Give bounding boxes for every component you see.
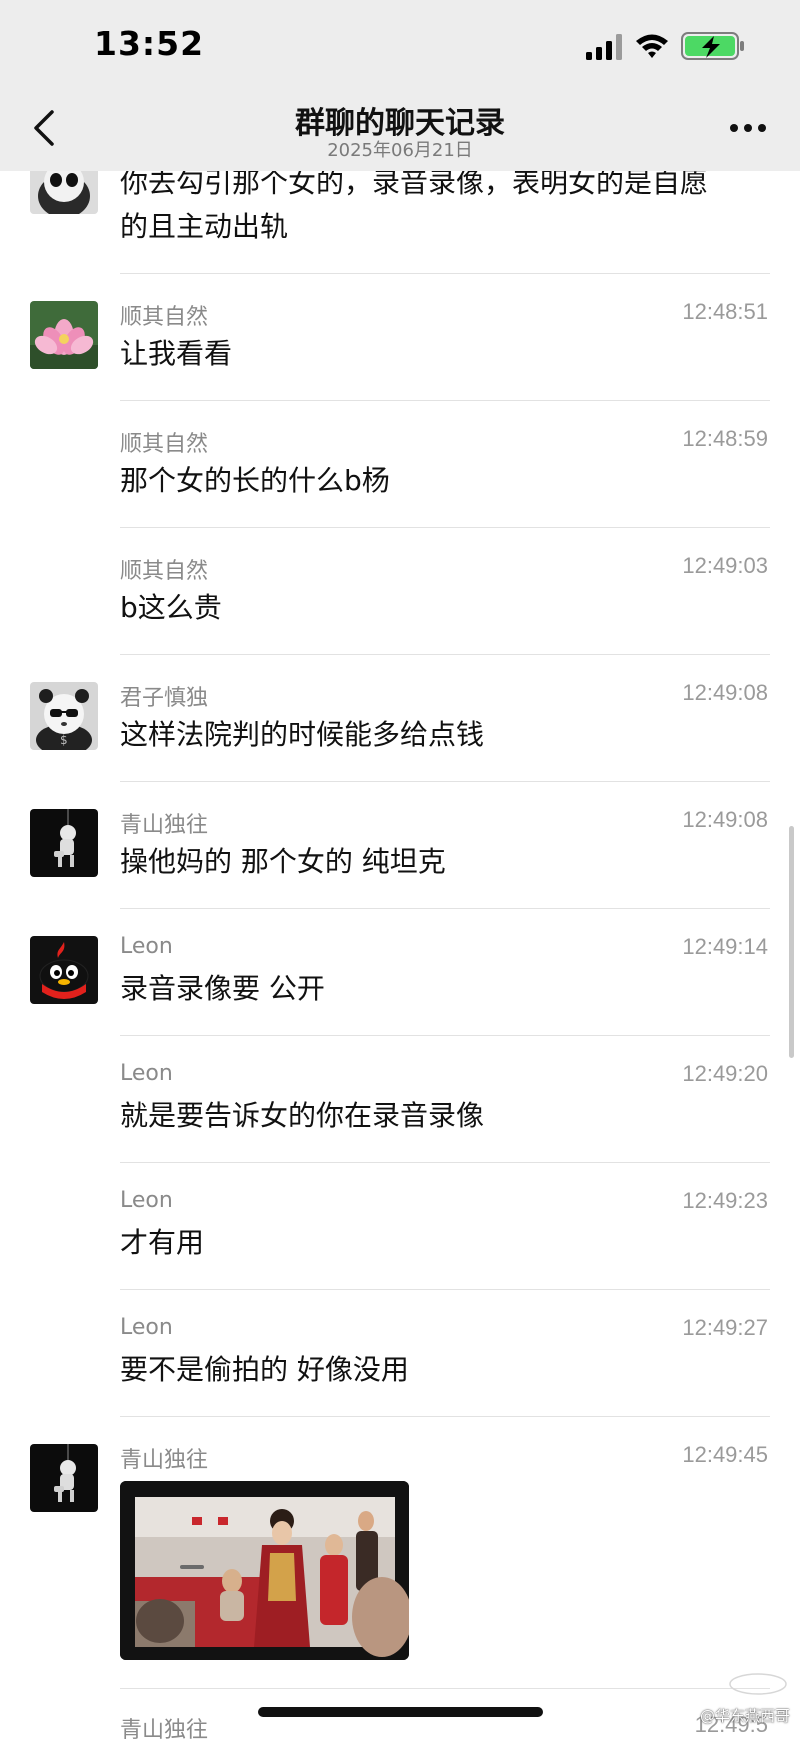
- message-time: 12:48:51: [682, 299, 768, 324]
- home-indicator[interactable]: [258, 1707, 543, 1717]
- status-time: 13:52: [94, 24, 205, 63]
- top-bar: 13:52 群聊的聊天记录 2025年06月21日: [0, 0, 800, 171]
- sender-name: 青山独往: [120, 1718, 209, 1743]
- message-text: 这样法院判的时候能多给点钱: [120, 718, 485, 751]
- message-time: 12:49:27: [682, 1315, 768, 1340]
- message-text: 就是要告诉女的你在录音录像: [120, 1099, 485, 1132]
- message-text: 那个女的长的什么b杨: [120, 464, 390, 497]
- message-text: 让我看看: [120, 337, 233, 370]
- message-text-line: 的且主动出轨: [120, 210, 289, 243]
- divider: [120, 1416, 770, 1417]
- message-text: 录音录像要 公开: [120, 972, 325, 1005]
- divider: [120, 1688, 770, 1689]
- sender-name: 青山独往: [120, 1448, 209, 1473]
- message-time: 12:49:08: [682, 680, 768, 705]
- divider: [120, 654, 770, 655]
- chat-history: 你去勾引那个女的，录音录像，表明女的是自愿 的且主动出轨 顺其自然 12:48:…: [0, 0, 800, 1743]
- sender-name: Leon: [120, 1061, 173, 1086]
- message-time: 12:49:20: [682, 1061, 768, 1086]
- message-time: 12:49:08: [682, 807, 768, 832]
- divider: [120, 400, 770, 401]
- message-text: 要不是偷拍的 好像没用: [120, 1353, 409, 1386]
- astronaut-avatar[interactable]: [30, 809, 98, 877]
- page-subtitle-date: 2025年06月21日: [327, 140, 473, 161]
- message-time: 12:49:23: [682, 1188, 768, 1213]
- panda-avatar[interactable]: $: [30, 682, 98, 750]
- more-dots-icon: [730, 124, 766, 132]
- message-time: 12:48:59: [682, 426, 768, 451]
- signal-icon: [586, 34, 622, 60]
- sender-name: 君子慎独: [120, 686, 209, 711]
- sender-name: 顺其自然: [120, 432, 209, 457]
- message-time: 12:49:03: [682, 553, 768, 578]
- scrollbar-thumb[interactable]: [789, 826, 794, 1058]
- more-button[interactable]: [726, 116, 770, 140]
- lotus-avatar[interactable]: [30, 301, 98, 369]
- message-text: 才有用: [120, 1226, 205, 1259]
- divider: [120, 1289, 770, 1290]
- sender-name: 顺其自然: [120, 305, 209, 330]
- divider: [120, 1035, 770, 1036]
- weibo-logo-watermark: [728, 1672, 788, 1696]
- sender-name: 顺其自然: [120, 559, 209, 584]
- status-icons: [530, 28, 770, 64]
- sender-name: Leon: [120, 1315, 173, 1340]
- wifi-icon: [636, 34, 668, 58]
- sender-name: Leon: [120, 1188, 173, 1213]
- message-text: 操他妈的 那个女的 纯坦克: [120, 845, 446, 878]
- message-time: 12:49:45: [682, 1442, 768, 1467]
- battery-charging-icon: [681, 32, 744, 60]
- image-message-thumbnail[interactable]: [120, 1481, 409, 1660]
- message-text: b这么贵: [120, 591, 222, 624]
- astronaut-avatar[interactable]: [30, 1444, 98, 1512]
- sender-name: Leon: [120, 934, 173, 959]
- divider: [120, 908, 770, 909]
- divider: [120, 527, 770, 528]
- divider: [120, 273, 770, 274]
- sender-name: 青山独往: [120, 813, 209, 838]
- svg-text:$: $: [60, 733, 68, 747]
- watermark-text: @华东燕西哥: [699, 1707, 790, 1725]
- qq-penguin-avatar[interactable]: [30, 936, 98, 1004]
- divider: [120, 781, 770, 782]
- message-time: 12:49:14: [682, 934, 768, 959]
- divider: [120, 1162, 770, 1163]
